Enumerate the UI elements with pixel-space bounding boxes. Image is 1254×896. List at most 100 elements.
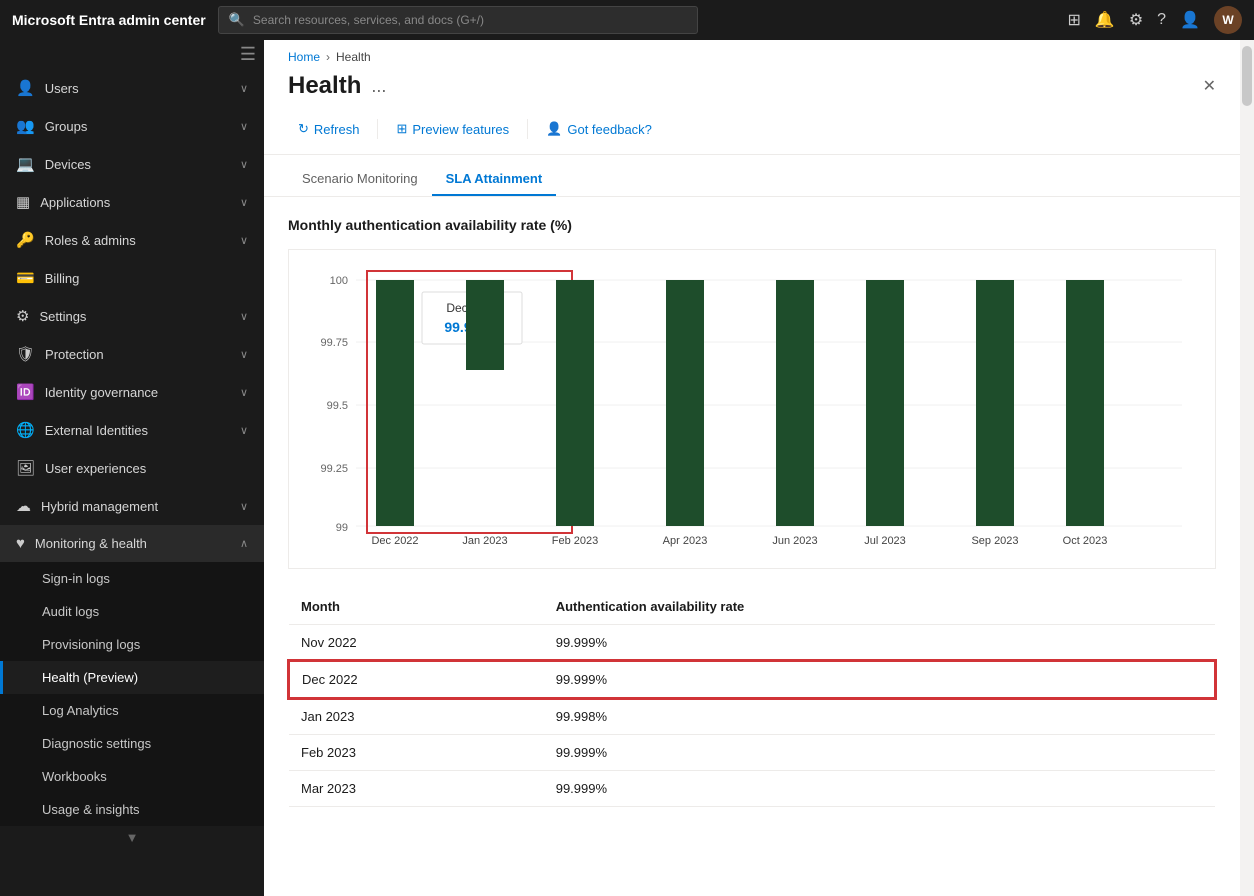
chart-svg: 100 99.75 99.5 99.25 99 Dec [305, 266, 1199, 556]
sidebar-settings-label: Settings [39, 309, 86, 324]
sidebar-item-hybrid[interactable]: ☁ Hybrid management ∨ [0, 487, 264, 525]
users-icon: 👤 [16, 79, 35, 97]
sidebar-item-settings[interactable]: ⚙ Settings ∨ [0, 297, 264, 335]
topbar-icons: ⊞ 🔔 ⚙ ? 👤 W [1068, 6, 1243, 34]
collapse-sidebar-icon[interactable]: ☰ [240, 44, 256, 65]
bar-jan2023[interactable] [466, 280, 504, 370]
table-row: Dec 202299.999% [289, 661, 1215, 698]
sidebar-sub-item-diagnostic-settings[interactable]: Diagnostic settings [0, 727, 264, 760]
protection-icon: 🛡 [16, 345, 35, 363]
tab-scenario-monitoring[interactable]: Scenario Monitoring [288, 163, 432, 196]
sidebar-sub-item-audit-logs[interactable]: Audit logs [0, 595, 264, 628]
bar-jun2023[interactable] [776, 280, 814, 526]
sidebar-item-roles[interactable]: 🔑 Roles & admins ∨ [0, 221, 264, 259]
signin-logs-label: Sign-in logs [42, 571, 110, 586]
svg-text:Oct 2023: Oct 2023 [1063, 535, 1108, 547]
sidebar-sub-item-health-preview[interactable]: Health (Preview) [0, 661, 264, 694]
feedback-icon[interactable]: 👤 [1180, 10, 1200, 30]
identity-chevron: ∨ [240, 386, 248, 399]
sidebar-sub-monitoring: Sign-in logs Audit logs Provisioning log… [0, 562, 264, 826]
bar-apr2023[interactable] [666, 280, 704, 526]
chart-container: 100 99.75 99.5 99.25 99 Dec [288, 249, 1216, 569]
table-row: Feb 202399.999% [289, 735, 1215, 771]
sidebar-userexp-label: User experiences [45, 461, 146, 476]
identity-icon: 🆔 [16, 383, 35, 401]
bar-dec2022[interactable] [376, 280, 414, 526]
page-more-button[interactable]: ... [371, 76, 386, 97]
settings-chevron: ∨ [240, 310, 248, 323]
sidebar-sub-item-workbooks[interactable]: Workbooks [0, 760, 264, 793]
sidebar-applications-label: Applications [40, 195, 110, 210]
tabs: Scenario Monitoring SLA Attainment [264, 155, 1240, 197]
sidebar-item-groups[interactable]: 👥 Groups ∨ [0, 107, 264, 145]
sidebar-devices-label: Devices [45, 157, 91, 172]
applications-chevron: ∨ [240, 196, 248, 209]
sidebar-item-devices[interactable]: 💻 Devices ∨ [0, 145, 264, 183]
refresh-button[interactable]: ↻ Refresh [288, 116, 369, 142]
sidebar-sub-item-provisioning-logs[interactable]: Provisioning logs [0, 628, 264, 661]
bar-oct2023[interactable] [1066, 280, 1104, 526]
feedback-icon: 👤 [546, 121, 562, 137]
preview-features-button[interactable]: ⊞ Preview features [386, 116, 519, 142]
preview-icon: ⊞ [396, 121, 407, 137]
tab-sla-attainment[interactable]: SLA Attainment [432, 163, 557, 196]
sidebar-item-external[interactable]: 🌐 External Identities ∨ [0, 411, 264, 449]
avatar[interactable]: W [1214, 6, 1242, 34]
breadcrumb-separator: › [326, 50, 330, 64]
sidebar-item-billing[interactable]: 💳 Billing [0, 259, 264, 297]
hybrid-icon: ☁ [16, 497, 31, 515]
cell-rate: 99.999% [544, 735, 1215, 771]
help-icon[interactable]: ? [1157, 11, 1166, 29]
col-month: Month [289, 589, 544, 625]
sidebar-item-monitoring[interactable]: ♥ Monitoring & health ∧ [0, 525, 264, 562]
table-row: Mar 202399.999% [289, 771, 1215, 807]
toolbar-separator-1 [377, 119, 378, 139]
sidebar-item-protection[interactable]: 🛡 Protection ∨ [0, 335, 264, 373]
search-box[interactable]: 🔍 [218, 6, 698, 34]
protection-chevron: ∨ [240, 348, 248, 361]
close-button[interactable]: ✕ [1203, 76, 1216, 96]
bell-icon[interactable]: 🔔 [1095, 10, 1115, 30]
scrollbar-thumb[interactable] [1242, 46, 1252, 106]
svg-text:Jan 2023: Jan 2023 [462, 535, 507, 547]
sidebar-sub-item-signin-logs[interactable]: Sign-in logs [0, 562, 264, 595]
groups-chevron: ∨ [240, 120, 248, 133]
portal-icon[interactable]: ⊞ [1068, 10, 1081, 30]
sidebar-sub-item-log-analytics[interactable]: Log Analytics [0, 694, 264, 727]
settings-icon[interactable]: ⚙ [1129, 10, 1143, 30]
sidebar-item-identity[interactable]: 🆔 Identity governance ∨ [0, 373, 264, 411]
sidebar-sub-item-usage-insights[interactable]: Usage & insights [0, 793, 264, 826]
col-rate: Authentication availability rate [544, 589, 1215, 625]
cell-rate: 99.999% [544, 661, 1215, 698]
external-icon: 🌐 [16, 421, 35, 439]
topbar: Microsoft Entra admin center 🔍 ⊞ 🔔 ⚙ ? 👤… [0, 0, 1254, 40]
sidebar-item-applications[interactable]: ▦ Applications ∨ [0, 183, 264, 221]
roles-icon: 🔑 [16, 231, 35, 249]
devices-icon: 💻 [16, 155, 35, 173]
svg-text:Sep 2023: Sep 2023 [971, 535, 1018, 547]
bar-jul2023[interactable] [866, 280, 904, 526]
workbooks-label: Workbooks [42, 769, 107, 784]
sidebar-item-users[interactable]: 👤 Users ∨ [0, 69, 264, 107]
svg-text:Feb 2023: Feb 2023 [552, 535, 598, 547]
app-title: Microsoft Entra admin center [12, 12, 206, 28]
cell-month: Feb 2023 [289, 735, 544, 771]
sidebar-item-userexp[interactable]: 🖼 User experiences [0, 449, 264, 487]
toolbar-separator-2 [527, 119, 528, 139]
hybrid-chevron: ∨ [240, 500, 248, 513]
svg-text:100: 100 [330, 275, 348, 287]
sidebar-scroll-down[interactable]: ▼ [0, 826, 264, 849]
breadcrumb-home[interactable]: Home [288, 50, 320, 64]
bar-sep2023[interactable] [976, 280, 1014, 526]
external-chevron: ∨ [240, 424, 248, 437]
breadcrumb: Home › Health [264, 40, 1240, 68]
search-input[interactable] [253, 13, 687, 27]
sidebar-identity-label: Identity governance [45, 385, 158, 400]
svg-text:99.75: 99.75 [320, 337, 348, 349]
feedback-button[interactable]: 👤 Got feedback? [536, 116, 662, 142]
chart-title: Monthly authentication availability rate… [288, 217, 1216, 233]
page-title: Health [288, 72, 361, 100]
preview-label: Preview features [412, 122, 509, 137]
bar-feb2023[interactable] [556, 280, 594, 526]
groups-icon: 👥 [16, 117, 35, 135]
